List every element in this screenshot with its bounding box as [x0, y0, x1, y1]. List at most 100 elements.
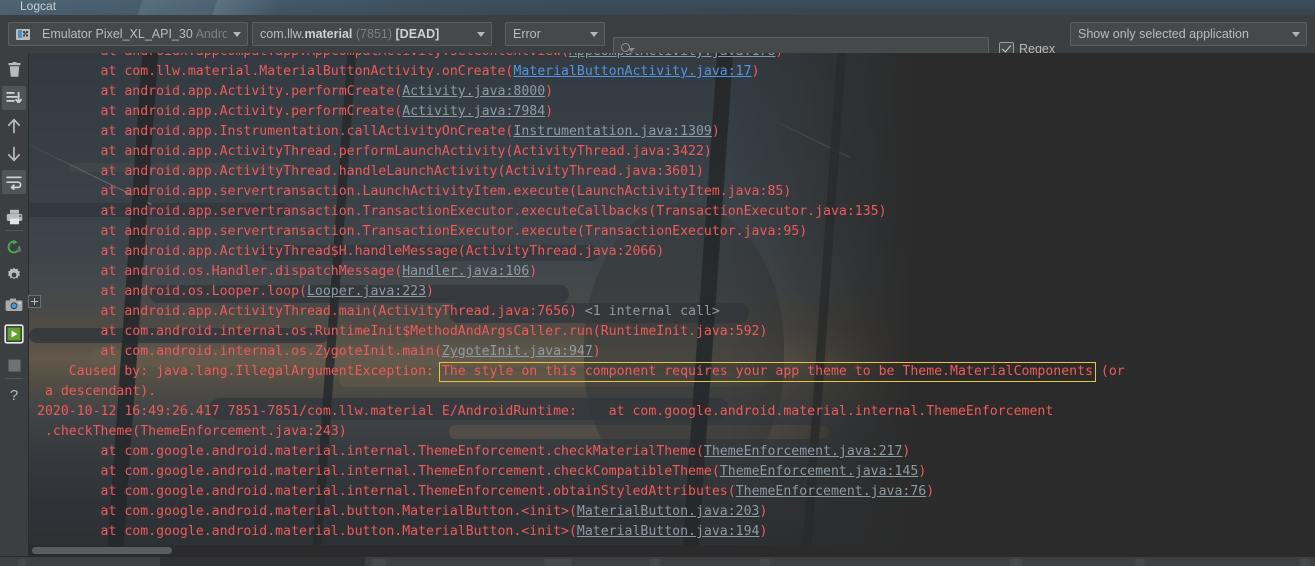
logcat-toolbar: Emulator Pixel_XL_API_30 Androi com.llw.…: [0, 15, 1315, 61]
svg-text:?: ?: [10, 387, 18, 403]
source-link[interactable]: Instrumentation.java:1309: [513, 124, 712, 139]
print-icon: [6, 209, 22, 225]
clear-logcat-button[interactable]: [2, 58, 26, 82]
source-link[interactable]: ThemeEnforcement.java:217: [704, 444, 903, 459]
log-line[interactable]: at android.app.ActivityThread$H.handleMe…: [29, 242, 1315, 262]
log-text: at com.android.internal.os.RuntimeInit$M…: [37, 324, 768, 339]
chevron-down-icon: [227, 31, 247, 37]
log-line[interactable]: at com.android.internal.os.ZygoteInit.ma…: [29, 342, 1315, 362]
log-text: at android.app.ActivityThread.performLau…: [37, 144, 712, 159]
source-link[interactable]: ZygoteInit.java:947: [442, 344, 593, 359]
logcat-tab-title[interactable]: Logcat: [20, 0, 56, 14]
source-link[interactable]: Activity.java:8000: [402, 84, 545, 99]
log-line[interactable]: at com.google.android.material.button.Ma…: [29, 522, 1315, 542]
log-line[interactable]: at android.os.Handler.dispatchMessage(Ha…: [29, 262, 1315, 282]
log-text: ): [592, 344, 601, 359]
log-text: at androidx.appcompat.app.AppCompatActiv…: [37, 53, 569, 59]
log-text: Caused by: java.lang.IllegalArgumentExce…: [37, 364, 442, 379]
filter-selector[interactable]: Show only selected application: [1070, 22, 1307, 46]
log-text: at com.llw.material.MaterialButtonActivi…: [37, 64, 514, 79]
log-text: ): [918, 464, 927, 479]
stop-button[interactable]: [2, 353, 26, 377]
source-link[interactable]: ThemeEnforcement.java:145: [720, 464, 919, 479]
scrollbar-thumb[interactable]: [32, 547, 172, 554]
device-selector[interactable]: Emulator Pixel_XL_API_30 Androi: [8, 22, 248, 46]
log-text: at com.google.android.material.button.Ma…: [37, 504, 577, 519]
log-line[interactable]: at android.app.Activity.performCreate(Ac…: [29, 82, 1315, 102]
log-line[interactable]: at android.app.servertransaction.Transac…: [29, 222, 1315, 242]
source-link[interactable]: MaterialButton.java:194: [577, 524, 760, 539]
device-icon: [16, 28, 30, 40]
gear-icon: [7, 267, 21, 280]
scroll-to-end-icon: [6, 92, 22, 104]
log-line[interactable]: at com.google.android.material.button.Ma…: [29, 502, 1315, 522]
log-text: ): [545, 84, 554, 99]
highlighted-message: The style on this component requires you…: [438, 362, 1096, 382]
log-line[interactable]: .checkTheme(ThemeEnforcement.java:243): [29, 422, 1315, 442]
log-text-area[interactable]: at androidx.appcompat.app.AppCompatActiv…: [29, 53, 1315, 545]
restart-icon: [7, 239, 21, 254]
log-line[interactable]: at android.app.ActivityThread.performLau…: [29, 142, 1315, 162]
log-text: at com.google.android.material.internal.…: [37, 444, 704, 459]
log-line[interactable]: a descendant).: [29, 382, 1315, 402]
log-text: ): [711, 124, 720, 139]
restart-button[interactable]: [2, 235, 26, 259]
up-arrow-icon: [7, 118, 21, 134]
source-link[interactable]: Handler.java:106: [402, 264, 529, 279]
source-link[interactable]: AppCompatActivity.java:178: [569, 53, 775, 59]
log-line[interactable]: at android.app.Activity.performCreate(Ac…: [29, 102, 1315, 122]
process-selector-text: com.llw.material (7851) [DEAD]: [260, 27, 440, 41]
log-text: at com.google.android.material.internal.…: [37, 464, 720, 479]
log-level-selector[interactable]: Error: [505, 22, 605, 46]
log-line[interactable]: at com.google.android.material.internal.…: [29, 462, 1315, 482]
logcat-console[interactable]: at androidx.appcompat.app.AppCompatActiv…: [29, 53, 1315, 545]
soft-wrap-icon: [6, 176, 22, 190]
status-bar-active-tab[interactable]: [160, 557, 365, 566]
chevron-down-icon: [584, 31, 604, 37]
logcat-settings-button[interactable]: [2, 263, 26, 287]
log-level-text: Error: [513, 27, 541, 41]
help-button[interactable]: ?: [2, 383, 26, 407]
down-the-stack-trace-button[interactable]: [2, 142, 26, 166]
log-line[interactable]: at com.llw.material.MaterialButtonActivi…: [29, 62, 1315, 82]
log-line[interactable]: at android.app.ActivityThread.handleLaun…: [29, 162, 1315, 182]
print-button[interactable]: [2, 205, 26, 229]
log-line[interactable]: at android.app.Instrumentation.callActiv…: [29, 122, 1315, 142]
log-line[interactable]: at android.os.Looper.loop(Looper.java:22…: [29, 282, 1315, 302]
log-line[interactable]: at com.android.internal.os.RuntimeInit$M…: [29, 322, 1315, 342]
chevron-down-icon: [471, 31, 491, 37]
log-line[interactable]: at com.google.android.material.internal.…: [29, 442, 1315, 462]
screen-record-button[interactable]: [2, 322, 26, 346]
source-link[interactable]: Activity.java:7984: [402, 104, 545, 119]
log-line[interactable]: at android.app.ActivityThread.main(Activ…: [29, 302, 1315, 322]
header-streak-2: [209, 0, 281, 15]
log-text: ): [759, 504, 768, 519]
log-text: 2020-10-12 16:49:26.417 7851-7851/com.ll…: [37, 404, 1054, 419]
source-link[interactable]: ThemeEnforcement.java:76: [736, 484, 927, 499]
scroll-to-end-button[interactable]: [2, 86, 26, 110]
log-text: at android.os.Looper.loop(: [37, 284, 307, 299]
log-text: .checkTheme(ThemeEnforcement.java:243): [37, 424, 347, 439]
log-line[interactable]: Caused by: java.lang.IllegalArgumentExce…: [29, 362, 1315, 382]
source-link-active[interactable]: MaterialButtonActivity.java:17: [513, 64, 751, 79]
screen-capture-button[interactable]: [2, 293, 26, 317]
stop-icon: [8, 359, 20, 371]
log-text: a descendant).: [37, 384, 157, 399]
log-text: ): [902, 444, 911, 459]
log-line[interactable]: at com.google.android.material.internal.…: [29, 482, 1315, 502]
process-selector[interactable]: com.llw.material (7851) [DEAD]: [252, 22, 492, 46]
source-link[interactable]: Looper.java:223: [307, 284, 426, 299]
logcat-window: Logcat Emulator Pixel_XL_API_30 Androi c…: [0, 0, 1315, 566]
up-the-stack-trace-button[interactable]: [2, 114, 26, 138]
log-line[interactable]: at android.app.servertransaction.Transac…: [29, 202, 1315, 222]
log-line[interactable]: 2020-10-12 16:49:26.417 7851-7851/com.ll…: [29, 402, 1315, 422]
horizontal-scrollbar[interactable]: [29, 545, 1315, 556]
expand-marker-icon[interactable]: [28, 295, 41, 308]
log-line[interactable]: at android.app.servertransaction.LaunchA…: [29, 182, 1315, 202]
filter-selector-text: Show only selected application: [1078, 27, 1249, 41]
log-text: at android.app.Activity.performCreate(: [37, 84, 403, 99]
soft-wrap-button[interactable]: [2, 170, 26, 194]
source-link[interactable]: MaterialButton.java:203: [577, 504, 760, 519]
down-arrow-icon: [7, 146, 21, 162]
log-line[interactable]: at androidx.appcompat.app.AppCompatActiv…: [29, 53, 1315, 62]
